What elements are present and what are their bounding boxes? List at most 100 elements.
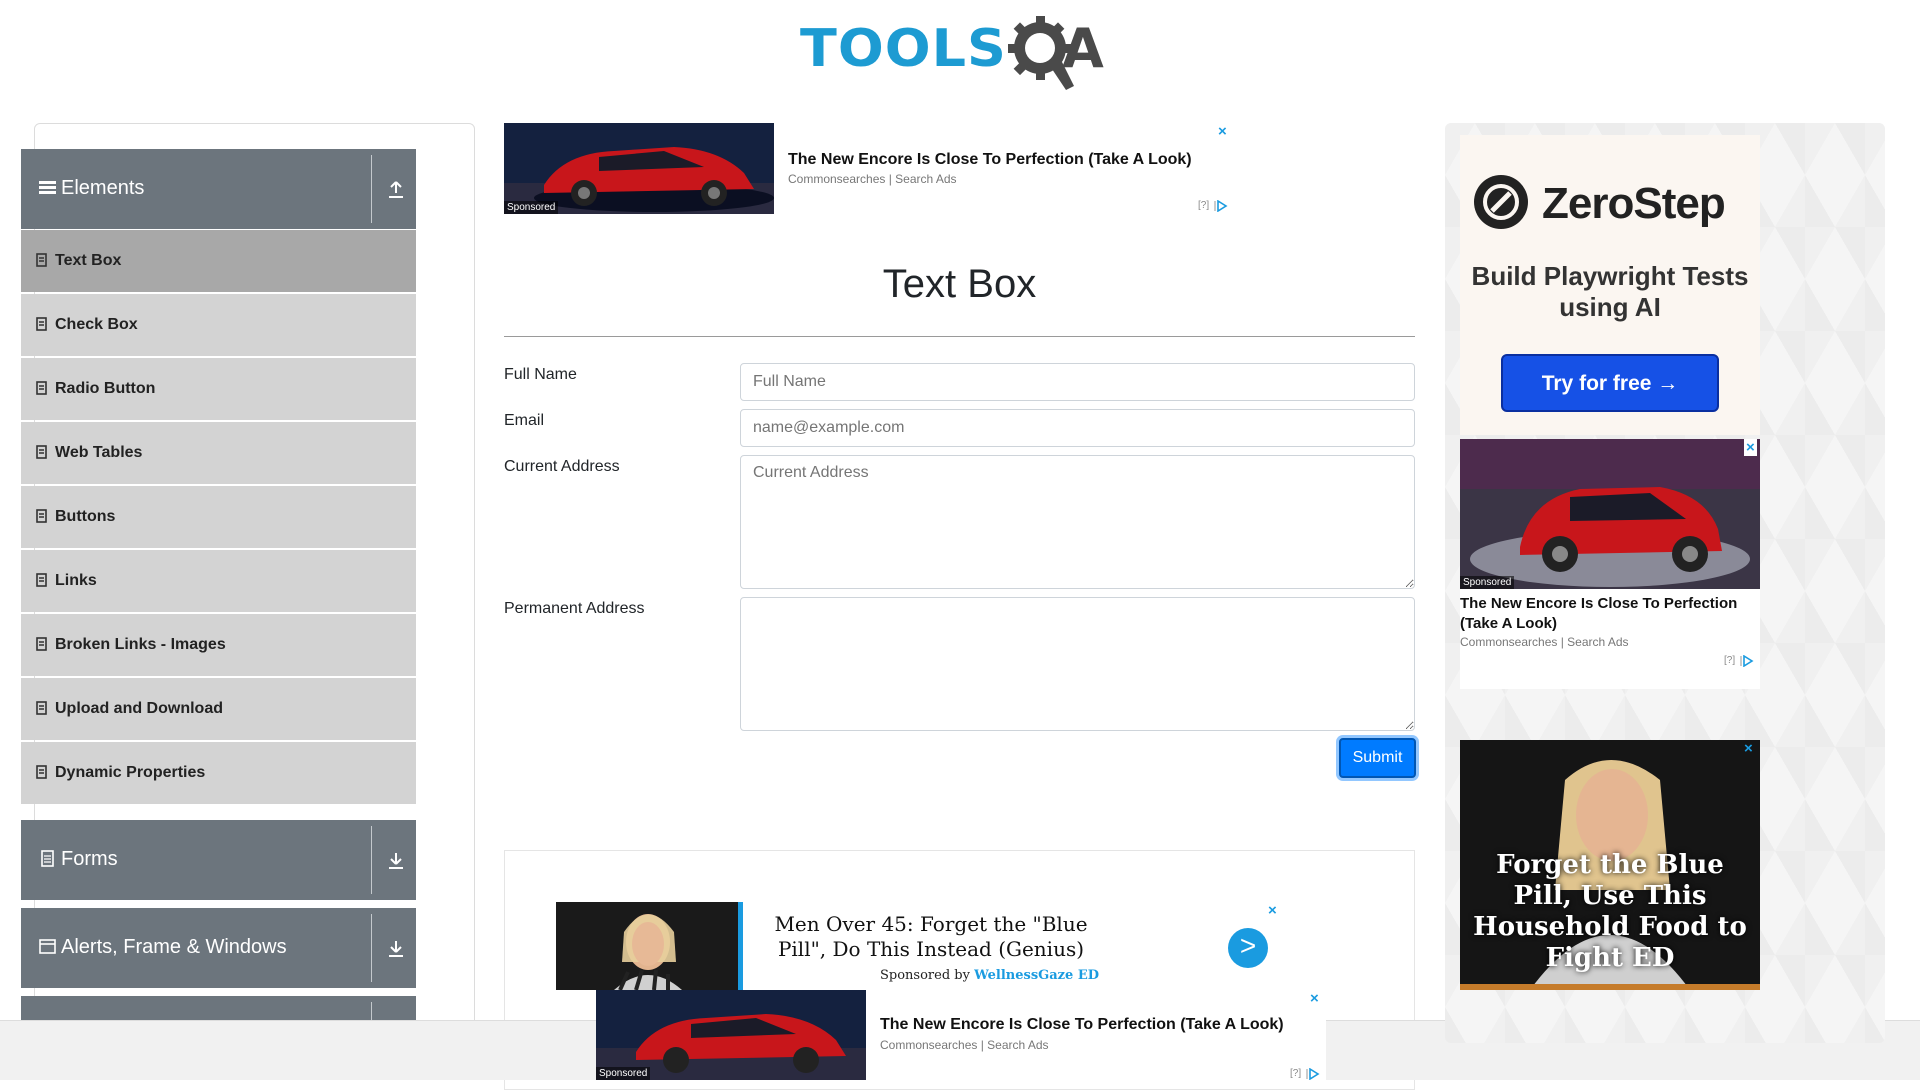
zerostep-logo-icon bbox=[1474, 175, 1528, 229]
email-input[interactable] bbox=[740, 409, 1415, 447]
adchoices-icon[interactable] bbox=[1740, 655, 1754, 667]
document-icon bbox=[36, 317, 47, 331]
group-label: Forms bbox=[61, 848, 118, 870]
ad-headline[interactable]: Men Over 45: Forget the "Blue Pill", Do … bbox=[756, 912, 1106, 962]
ad-source: Commonsearches | Search Ads bbox=[788, 172, 957, 186]
document-icon bbox=[36, 509, 47, 523]
sidebar-item-label: Check Box bbox=[55, 316, 138, 333]
permanent-address-label: Permanent Address bbox=[504, 600, 645, 617]
document-icon bbox=[41, 850, 54, 867]
adchoices-icon[interactable] bbox=[1306, 1068, 1320, 1080]
group-header-forms[interactable]: Forms bbox=[21, 820, 416, 900]
ad-choices-link[interactable]: [?] bbox=[1198, 200, 1209, 211]
collapse-up-icon[interactable] bbox=[388, 179, 404, 199]
document-icon bbox=[36, 573, 47, 587]
current-address-textarea[interactable] bbox=[740, 455, 1415, 589]
ad-headline[interactable]: Forget the Blue Pill, Use This Household… bbox=[1466, 850, 1754, 974]
ad-source: Commonsearches | Search Ads bbox=[1460, 635, 1629, 649]
group-label: Elements bbox=[61, 177, 145, 199]
document-icon bbox=[36, 637, 47, 651]
expand-down-icon[interactable] bbox=[388, 850, 404, 870]
group-header-alerts[interactable]: Alerts, Frame & Windows bbox=[21, 908, 416, 988]
menu-icon bbox=[39, 181, 56, 194]
ad-accent-bar bbox=[738, 902, 743, 990]
sidebar-item-label: Links bbox=[55, 572, 97, 589]
sponsor-brand-link[interactable]: WellnessGaze ED bbox=[974, 968, 1099, 983]
email-label: Email bbox=[504, 412, 545, 429]
group-label: Alerts, Frame & Windows bbox=[61, 936, 287, 958]
sticky-bottom-ad[interactable]: Sponsored The New Encore Is Close To Per… bbox=[596, 990, 1326, 1080]
group-divider bbox=[371, 155, 372, 223]
zerostep-brand: ZeroStep bbox=[1542, 179, 1726, 228]
ad-title[interactable]: The New Encore Is Close To Perfection (T… bbox=[880, 1016, 1284, 1034]
document-icon bbox=[36, 253, 47, 267]
car-ad-image[interactable]: Sponsored bbox=[1460, 439, 1760, 589]
red-car-image bbox=[1460, 439, 1760, 589]
document-icon bbox=[36, 445, 47, 459]
close-icon[interactable]: × bbox=[1268, 902, 1277, 919]
car-ad-image[interactable]: Sponsored bbox=[596, 990, 866, 1080]
sidebar-item-links[interactable]: Links bbox=[21, 550, 416, 612]
ad-sponsor-line: Sponsored by WellnessGaze ED bbox=[880, 968, 1099, 983]
sidebar-item-label: Text Box bbox=[55, 252, 122, 269]
ad-choices-link[interactable]: [?] bbox=[1724, 655, 1735, 666]
window-icon bbox=[39, 939, 56, 954]
ad-title[interactable]: The New Encore Is Close To Perfection (T… bbox=[788, 151, 1192, 169]
adchoices-icon[interactable] bbox=[1214, 200, 1228, 212]
document-icon bbox=[36, 701, 47, 715]
page-title: Text Box bbox=[882, 262, 1037, 306]
document-icon bbox=[36, 765, 47, 779]
submit-button[interactable]: Submit bbox=[1339, 738, 1416, 778]
close-icon[interactable]: × bbox=[1744, 439, 1757, 456]
group-divider bbox=[371, 914, 372, 982]
sidebar-item-label: Dynamic Properties bbox=[55, 764, 206, 781]
sidebar-item-check-box[interactable]: Check Box bbox=[21, 294, 416, 356]
title-divider bbox=[504, 336, 1415, 337]
sponsored-tag: Sponsored bbox=[1460, 576, 1515, 589]
sidebar-item-broken-links[interactable]: Broken Links - Images bbox=[21, 614, 416, 676]
full-name-label: Full Name bbox=[504, 366, 577, 383]
top-ad-banner[interactable]: Sponsored The New Encore Is Close To Per… bbox=[504, 123, 1234, 215]
sidebar-item-label: Radio Button bbox=[55, 380, 156, 397]
close-icon[interactable]: × bbox=[1744, 740, 1753, 757]
close-icon[interactable]: × bbox=[1310, 990, 1319, 1007]
sponsored-by-label: Sponsored by bbox=[880, 968, 970, 983]
close-icon[interactable]: × bbox=[1218, 123, 1227, 140]
car-ad-image[interactable]: Sponsored bbox=[504, 123, 774, 214]
sponsored-tag: Sponsored bbox=[596, 1067, 651, 1080]
site-header: TOOLS A bbox=[0, 0, 1920, 100]
full-name-input[interactable] bbox=[740, 363, 1415, 401]
zerostep-ad[interactable]: ZeroStep Build Playwright Tests using AI… bbox=[1460, 135, 1760, 435]
expand-down-icon[interactable] bbox=[388, 938, 404, 958]
sidebar-item-text-box[interactable]: Text Box bbox=[21, 230, 416, 292]
sidebar-item-dynamic-properties[interactable]: Dynamic Properties bbox=[21, 742, 416, 804]
elements-menu: Text Box Check Box Radio Button Web Tabl… bbox=[21, 230, 416, 806]
current-address-label: Current Address bbox=[504, 458, 620, 475]
right-ed-ad[interactable]: Forget the Blue Pill, Use This Household… bbox=[1460, 740, 1760, 990]
logo-text-tools: TOOLS bbox=[800, 18, 1007, 79]
ad-go-button[interactable]: > bbox=[1228, 928, 1268, 968]
sidebar-item-label: Broken Links - Images bbox=[55, 636, 226, 653]
woman-ad-image bbox=[556, 902, 738, 990]
sidebar-item-label: Buttons bbox=[55, 508, 116, 525]
sidebar-item-upload-download[interactable]: Upload and Download bbox=[21, 678, 416, 740]
group-header-elements[interactable]: Elements bbox=[21, 149, 416, 229]
sidebar-item-label: Upload and Download bbox=[55, 700, 223, 717]
zerostep-subtitle: Build Playwright Tests using AI bbox=[1471, 261, 1749, 322]
group-divider bbox=[371, 826, 372, 894]
ad-title[interactable]: The New Encore Is Close To Perfection (T… bbox=[1460, 594, 1760, 634]
sidebar-item-radio-button[interactable]: Radio Button bbox=[21, 358, 416, 420]
sidebar-item-web-tables[interactable]: Web Tables bbox=[21, 422, 416, 484]
toolsqa-logo[interactable]: TOOLS A bbox=[800, 14, 1125, 94]
sidebar-item-buttons[interactable]: Buttons bbox=[21, 486, 416, 548]
ad-choices-link[interactable]: [?] bbox=[1290, 1068, 1301, 1079]
permanent-address-textarea[interactable] bbox=[740, 597, 1415, 731]
ad-source: Commonsearches | Search Ads bbox=[880, 1038, 1049, 1052]
logo-text-a: A bbox=[1062, 17, 1104, 80]
sponsored-tag: Sponsored bbox=[504, 201, 559, 214]
sidebar-item-label: Web Tables bbox=[55, 444, 143, 461]
try-for-free-button[interactable]: Try for free → bbox=[1501, 354, 1719, 412]
document-icon bbox=[36, 381, 47, 395]
right-car-ad[interactable]: Sponsored The New Encore Is Close To Per… bbox=[1460, 439, 1760, 689]
men-over-45-ad[interactable]: Men Over 45: Forget the "Blue Pill", Do … bbox=[556, 902, 1286, 990]
